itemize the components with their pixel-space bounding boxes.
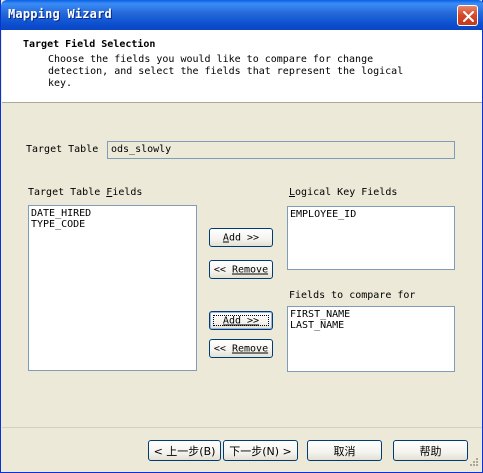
add-compare-button[interactable]: Add >> [209,311,273,330]
list-item[interactable]: TYPE_CODE [31,219,194,230]
remove-compare-button[interactable]: << Remove [209,339,273,358]
header-title: Target Field Selection [23,39,156,50]
compare-fields-list[interactable]: FIRST_NAME LAST_NAME [287,306,455,372]
target-fields-list[interactable]: DATE_HIRED TYPE_CODE [28,205,197,371]
logical-key-label: Logical Key Fields [289,187,398,198]
back-button[interactable]: < 上一步(B) [148,440,221,461]
add-key-button[interactable]: Add >> [209,228,273,247]
target-table-field[interactable]: ods_slowly [107,141,455,159]
logical-key-list[interactable]: EMPLOYEE_ID [287,206,455,270]
title-bar[interactable]: Mapping Wizard [1,0,483,30]
resize-grip-icon[interactable] [467,457,479,469]
target-fields-label: Target Table Fields [28,187,143,198]
header-description-line: Choose the fields you would like to comp… [48,54,374,65]
mapping-wizard-window: Mapping Wizard Target Field Selection Ch… [0,0,483,473]
header-description-line: detection, and select the fields that re… [48,66,404,77]
window-title: Mapping Wizard [8,7,112,21]
help-button[interactable]: 帮助 [393,440,468,461]
list-item[interactable]: FIRST_NAME [290,309,452,320]
list-item[interactable]: DATE_HIRED [31,208,194,219]
close-icon [463,11,474,22]
remove-key-button[interactable]: << Remove [209,260,273,279]
footer-divider [2,427,482,428]
header-description-line: key. [48,78,73,89]
list-item[interactable]: EMPLOYEE_ID [290,209,452,220]
next-button[interactable]: 下一步(N) > [223,440,298,461]
list-item[interactable]: LAST_NAME [290,320,452,331]
wizard-header: Target Field Selection Choose the fields… [2,30,482,103]
header-description: Choose the fields you would like to comp… [48,54,418,90]
cancel-button[interactable]: 取消 [307,440,382,461]
close-button[interactable] [457,5,478,26]
target-table-label: Target Table [26,144,99,155]
compare-fields-label: Fields to compare for [289,290,416,301]
